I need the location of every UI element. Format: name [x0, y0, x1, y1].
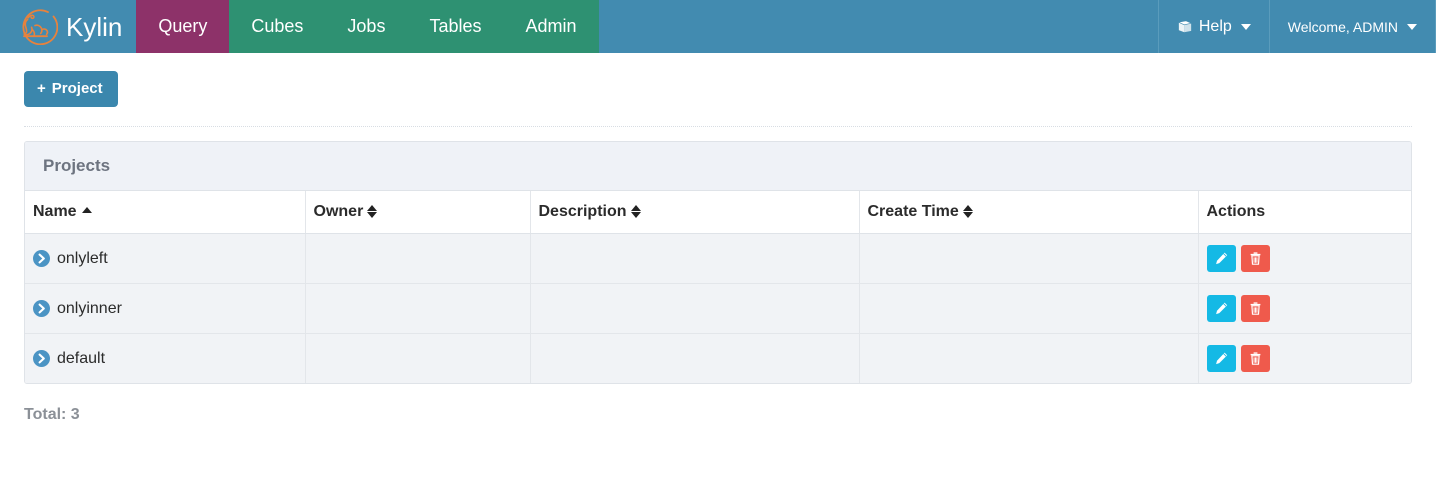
nav-item-jobs-label: Jobs	[347, 16, 386, 36]
nav-item-query[interactable]: Query	[136, 0, 230, 53]
chevron-right-circle-icon[interactable]	[33, 300, 50, 317]
chevron-right-circle-icon[interactable]	[33, 350, 50, 367]
column-header-actions-label: Actions	[1206, 203, 1266, 220]
column-header-description[interactable]: Description	[530, 191, 860, 234]
brand-title: Kylin	[66, 11, 123, 42]
page-title: Projects	[43, 156, 111, 175]
cell-owner	[305, 333, 531, 383]
edit-project-button[interactable]	[1206, 345, 1236, 372]
sort-asc-icon	[81, 207, 92, 213]
delete-project-button[interactable]	[1240, 295, 1270, 322]
chevron-down-icon	[1407, 23, 1417, 30]
navbar-right: Help Welcome, ADMIN	[1157, 0, 1436, 53]
book-icon	[1177, 19, 1193, 34]
navbar-spacer	[598, 0, 1158, 53]
nav-item-query-label: Query	[158, 16, 208, 36]
nav-item-admin-label: Admin	[525, 16, 577, 36]
cell-description	[530, 283, 860, 334]
user-label: Welcome, ADMIN	[1287, 18, 1398, 35]
projects-table-head: Name Owner Description Create Time Actio…	[25, 191, 1411, 234]
column-header-actions: Actions	[1198, 191, 1411, 234]
pencil-icon	[1214, 251, 1229, 266]
page-content: + Project Projects Name Owner Descriptio…	[0, 53, 1436, 424]
add-project-button[interactable]: + Project	[24, 71, 118, 107]
column-header-owner[interactable]: Owner	[305, 191, 531, 234]
delete-project-button[interactable]	[1240, 345, 1270, 372]
nav-item-tables[interactable]: Tables	[407, 0, 504, 53]
table-header-row: Name Owner Description Create Time Actio…	[25, 191, 1411, 234]
nav-item-cubes[interactable]: Cubes	[229, 0, 326, 53]
column-header-create-time-label: Create Time	[867, 203, 959, 220]
table-row[interactable]: default	[25, 333, 1411, 383]
help-label: Help	[1198, 17, 1232, 35]
trash-icon	[1248, 251, 1263, 266]
edit-project-button[interactable]	[1206, 245, 1236, 272]
help-menu[interactable]: Help	[1157, 0, 1269, 53]
cell-create-time	[859, 283, 1199, 334]
chevron-right-circle-icon[interactable]	[33, 250, 50, 267]
nav-item-tables-label: Tables	[429, 16, 482, 36]
chevron-down-icon	[1240, 23, 1251, 30]
add-project-label: Project	[51, 80, 103, 97]
projects-panel-header: Projects	[25, 142, 1411, 191]
cell-owner	[305, 283, 531, 334]
project-name: onlyleft	[57, 249, 108, 267]
cell-create-time	[859, 233, 1199, 284]
cell-actions	[1198, 233, 1411, 284]
project-name: onlyinner	[57, 299, 122, 317]
projects-panel: Projects Name Owner Description Create T…	[24, 141, 1412, 384]
column-header-name-label: Name	[33, 203, 77, 220]
divider	[24, 126, 1412, 127]
nav-item-cubes-label: Cubes	[251, 16, 304, 36]
column-header-name[interactable]: Name	[25, 191, 306, 234]
edit-project-button[interactable]	[1206, 295, 1236, 322]
nav-item-admin[interactable]: Admin	[503, 0, 599, 53]
cell-description	[530, 233, 860, 284]
project-name: default	[57, 349, 106, 367]
top-navbar: Kylin Query Cubes Jobs Tables Admin Help…	[0, 0, 1436, 53]
column-header-create-time[interactable]: Create Time	[859, 191, 1199, 234]
column-header-description-label: Description	[538, 203, 627, 220]
cell-create-time	[859, 333, 1199, 383]
pencil-icon	[1214, 351, 1229, 366]
cell-actions	[1198, 333, 1411, 383]
cell-name: default	[25, 333, 306, 383]
plus-icon: +	[37, 80, 46, 97]
cell-owner	[305, 233, 531, 284]
nav-item-jobs[interactable]: Jobs	[325, 0, 408, 53]
delete-project-button[interactable]	[1240, 245, 1270, 272]
user-menu[interactable]: Welcome, ADMIN	[1268, 0, 1436, 53]
sort-both-icon	[962, 204, 973, 219]
nav-items: Query Cubes Jobs Tables Admin	[136, 0, 599, 53]
pencil-icon	[1214, 301, 1229, 316]
column-header-owner-label: Owner	[313, 203, 364, 220]
sort-both-icon	[367, 204, 378, 219]
projects-table: Name Owner Description Create Time Actio…	[25, 191, 1411, 383]
table-row[interactable]: onlyleft	[25, 233, 1411, 284]
cell-description	[530, 333, 860, 383]
cell-name: onlyinner	[25, 283, 306, 334]
table-row[interactable]: onlyinner	[25, 283, 1411, 334]
cell-name: onlyleft	[25, 233, 306, 284]
trash-icon	[1248, 301, 1263, 316]
brand[interactable]: Kylin	[0, 0, 136, 53]
projects-table-body: onlyleft onlyinner default	[25, 233, 1411, 383]
kylin-logo-icon	[14, 8, 58, 45]
trash-icon	[1248, 351, 1263, 366]
sort-both-icon	[630, 204, 641, 219]
total-count: Total: 3	[24, 406, 80, 423]
cell-actions	[1198, 283, 1411, 334]
